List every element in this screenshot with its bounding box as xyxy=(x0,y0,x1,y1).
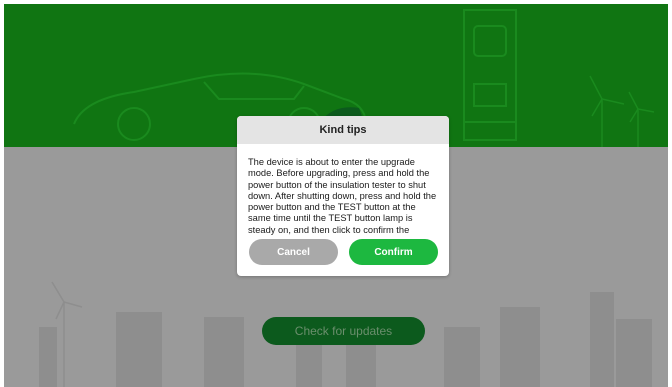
dialog-message: The device is about to enter the upgrade… xyxy=(248,157,437,235)
app-screen: Check for updates Kind tips The device i… xyxy=(0,0,672,387)
check-updates-button[interactable]: Check for updates xyxy=(262,317,425,345)
charging-station-illustration xyxy=(463,9,517,141)
cancel-button[interactable]: Cancel xyxy=(249,239,338,265)
dialog-title: Kind tips xyxy=(237,116,449,144)
kind-tips-dialog: Kind tips The device is about to enter t… xyxy=(237,116,449,276)
wind-turbine-icon xyxy=(589,75,655,147)
confirm-button[interactable]: Confirm xyxy=(349,239,438,265)
